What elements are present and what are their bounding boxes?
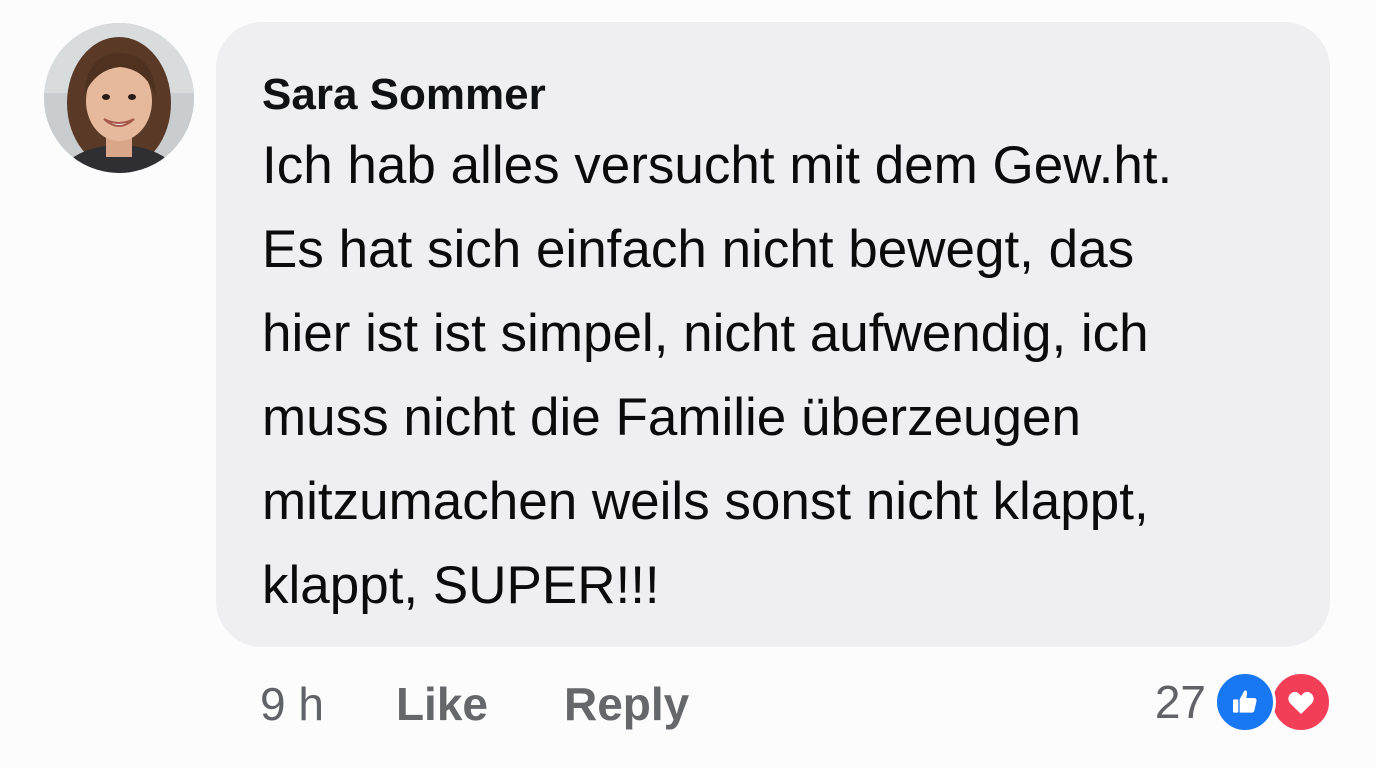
comment: Sara Sommer Ich hab alles versucht mit d… — [0, 0, 1376, 768]
reactions-summary[interactable]: 27 — [1155, 670, 1332, 734]
comment-actions: 9 h Like Reply — [260, 672, 765, 736]
comment-text-line: Ich hab alles versucht mit dem Gew.ht. — [262, 136, 1173, 195]
reply-button[interactable]: Reply — [564, 677, 689, 731]
profile-photo-icon — [44, 23, 194, 173]
comment-text-line: muss nicht die Familie überzeugen — [262, 388, 1081, 447]
comment-bubble: Sara Sommer Ich hab alles versucht mit d… — [216, 22, 1330, 647]
avatar[interactable] — [44, 23, 194, 173]
like-button[interactable]: Like — [396, 677, 488, 731]
comment-text-line: klappt, SUPER!!! — [262, 556, 660, 615]
comment-text-line: Es hat sich einfach nicht bewegt, das — [262, 220, 1135, 279]
comment-text-line: mitzumachen weils sonst nicht klappt, — [262, 472, 1149, 531]
author-name[interactable]: Sara Sommer — [262, 70, 1300, 120]
love-icon — [1270, 671, 1332, 733]
comment-text-line: hier ist ist simpel, nicht aufwendig, ic… — [262, 304, 1149, 363]
comment-text: Ich hab alles versucht mit dem Gew.ht. E… — [262, 124, 1307, 628]
reaction-count: 27 — [1154, 676, 1206, 728]
like-icon — [1214, 671, 1276, 733]
timestamp[interactable]: 9 h — [260, 677, 324, 731]
